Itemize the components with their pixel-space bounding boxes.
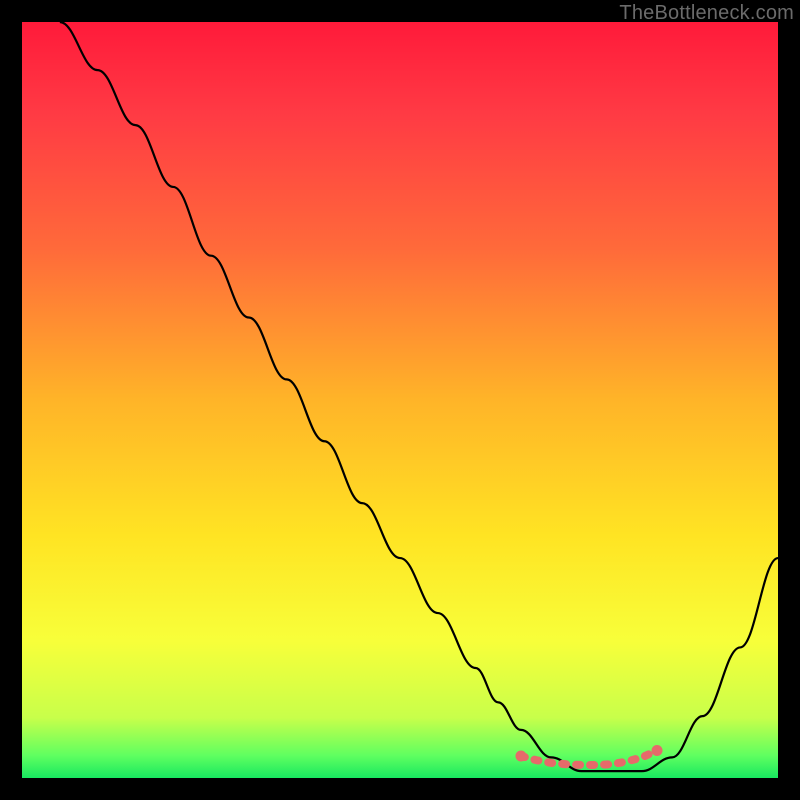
watermark-text: TheBottleneck.com [619,2,794,25]
chart-frame [22,22,778,778]
chart-svg [22,22,778,778]
gradient-background [22,22,778,778]
marker-endpoint [515,751,526,762]
marker-endpoint [652,745,663,756]
